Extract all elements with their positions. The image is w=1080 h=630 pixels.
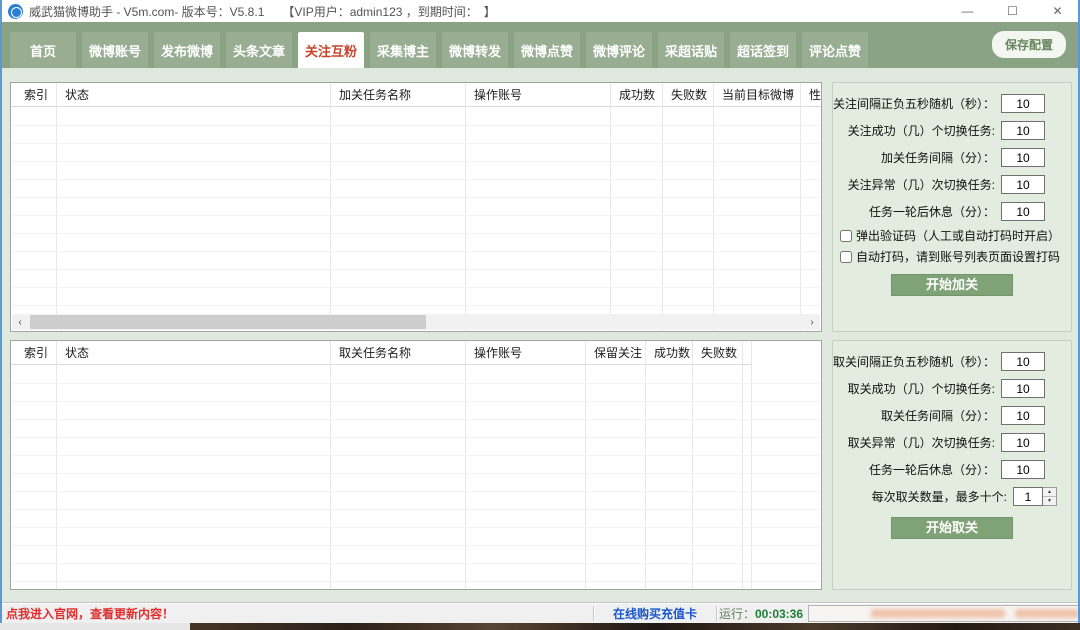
- unfollow-rest-input[interactable]: [1001, 460, 1045, 479]
- unfollow-col-success[interactable]: 成功数: [646, 341, 692, 365]
- status-bar: 点我进入官网，查看更新内容！ 在线购买充值卡 运行：00:03:36: [0, 602, 1080, 623]
- unfollow-col-index[interactable]: 索引: [11, 341, 56, 365]
- follow-col-status[interactable]: 状态: [57, 83, 330, 107]
- follow-task-table: 索引 状态 加关任务名称 操作账号 成功数 失败数 当前目标微博 性别 ‹ ›: [10, 82, 822, 332]
- follow-interval-label: 关注间隔正负五秒随机（秒）：: [833, 95, 995, 112]
- tab-collect-supertopic[interactable]: 采超话贴: [658, 32, 724, 68]
- runtime-label: 运行：: [719, 607, 755, 621]
- follow-task-interval-input[interactable]: [1001, 148, 1045, 167]
- tab-collect-bloggers[interactable]: 采集博主: [370, 32, 436, 68]
- scroll-right-icon[interactable]: ›: [804, 314, 820, 330]
- follow-error-switch-label: 关注异常（几）次切换任务:: [848, 176, 995, 193]
- follow-interval-input[interactable]: [1001, 94, 1045, 113]
- buy-card-link[interactable]: 在线购买充值卡: [594, 605, 716, 622]
- maximize-button-icon[interactable]: ☐: [990, 0, 1035, 22]
- follow-col-task-name[interactable]: 加关任务名称: [331, 83, 465, 107]
- stepper-down-icon[interactable]: ▼: [1043, 496, 1056, 505]
- captcha-popup-label: 弹出验证码（人工或自动打码时开启）: [856, 227, 1060, 244]
- window-controls: — ☐ ✕: [945, 0, 1080, 22]
- redacted-info-box: [808, 605, 1080, 622]
- follow-col-gender[interactable]: 性别: [801, 83, 822, 107]
- titlebar: 威武猫微博助手 - V5m.com- 版本号：V5.8.1 【VIP用户：adm…: [0, 0, 1080, 22]
- runtime-indicator: 运行：00:03:36: [717, 605, 805, 622]
- unfollow-error-switch-input[interactable]: [1001, 433, 1045, 452]
- scrollbar-track[interactable]: [28, 314, 804, 330]
- redacted-text-blur: [871, 609, 1005, 618]
- scroll-left-icon[interactable]: ‹: [12, 314, 28, 330]
- follow-col-index[interactable]: 索引: [11, 83, 56, 107]
- unfollow-error-switch-label: 取关异常（几）次切换任务:: [848, 434, 995, 451]
- tab-publish-weibo[interactable]: 发布微博: [154, 32, 220, 68]
- tab-weibo-repost[interactable]: 微博转发: [442, 32, 508, 68]
- desktop-strip: [0, 623, 1080, 630]
- unfollow-batch-label: 每次取关数量，最多十个:: [872, 488, 1007, 505]
- app-window: 威武猫微博助手 - V5m.com- 版本号：V5.8.1 【VIP用户：adm…: [0, 0, 1080, 630]
- tab-toutiao-articles[interactable]: 头条文章: [226, 32, 292, 68]
- stepper-up-icon[interactable]: ▲: [1043, 488, 1056, 496]
- follow-success-switch-label: 关注成功（几）个切换任务:: [848, 122, 995, 139]
- unfollow-col-account[interactable]: 操作账号: [466, 341, 585, 365]
- unfollow-col-task-name[interactable]: 取关任务名称: [331, 341, 465, 365]
- auto-captcha-checkbox[interactable]: [840, 251, 852, 263]
- unfollow-task-interval-input[interactable]: [1001, 406, 1045, 425]
- follow-col-account[interactable]: 操作账号: [466, 83, 610, 107]
- follow-rest-label: 任务一轮后休息（分）：: [869, 203, 995, 220]
- follow-col-current-target[interactable]: 当前目标微博: [714, 83, 800, 107]
- runtime-value: 00:03:36: [755, 607, 803, 621]
- tab-supertopic-checkin[interactable]: 超话签到: [730, 32, 796, 68]
- follow-settings-panel: 关注间隔正负五秒随机（秒）： 关注成功（几）个切换任务: 加关任务间隔（分）： …: [832, 82, 1072, 332]
- unfollow-task-interval-label: 取关任务间隔（分）：: [881, 407, 995, 424]
- unfollow-interval-label: 取关间隔正负五秒随机（秒）：: [833, 353, 995, 370]
- tab-strip: 首页 微博账号 发布微博 头条文章 关注互粉 采集博主 微博转发 微博点赞 微博…: [10, 32, 868, 68]
- unfollow-col-empty: [743, 341, 751, 365]
- tab-weibo-accounts[interactable]: 微博账号: [82, 32, 148, 68]
- scrollbar-thumb[interactable]: [30, 315, 426, 329]
- official-site-link[interactable]: 点我进入官网，查看更新内容！: [0, 605, 174, 622]
- auto-captcha-checkbox-row[interactable]: 自动打码，请到账号列表页面设置打码: [833, 246, 1071, 267]
- window-border-left: [0, 0, 2, 623]
- start-follow-button[interactable]: 开始加关: [891, 274, 1013, 296]
- captcha-popup-checkbox-row[interactable]: 弹出验证码（人工或自动打码时开启）: [833, 225, 1071, 246]
- follow-col-success[interactable]: 成功数: [611, 83, 662, 107]
- tab-bar: 首页 微博账号 发布微博 头条文章 关注互粉 采集博主 微博转发 微博点赞 微博…: [0, 22, 1080, 68]
- follow-success-switch-input[interactable]: [1001, 121, 1045, 140]
- window-title: 威武猫微博助手 - V5m.com- 版本号：V5.8.1 【VIP用户：adm…: [29, 3, 496, 20]
- follow-error-switch-input[interactable]: [1001, 175, 1045, 194]
- follow-table-hscrollbar[interactable]: ‹ ›: [12, 314, 820, 330]
- follow-task-interval-label: 加关任务间隔（分）：: [881, 149, 995, 166]
- unfollow-interval-input[interactable]: [1001, 352, 1045, 371]
- start-unfollow-button[interactable]: 开始取关: [891, 517, 1013, 539]
- unfollow-col-fail[interactable]: 失败数: [693, 341, 742, 365]
- captcha-popup-checkbox[interactable]: [840, 230, 852, 242]
- redacted-text-blur: [1015, 609, 1079, 618]
- follow-col-fail[interactable]: 失败数: [663, 83, 713, 107]
- unfollow-task-table: 索引 状态 取关任务名称 操作账号 保留关注 成功数 失败数: [10, 340, 822, 590]
- unfollow-col-status[interactable]: 状态: [57, 341, 330, 365]
- unfollow-col-keep-follow[interactable]: 保留关注: [586, 341, 645, 365]
- save-config-button[interactable]: 保存配置: [992, 31, 1066, 58]
- auto-captcha-label: 自动打码，请到账号列表页面设置打码: [856, 248, 1060, 265]
- tab-follow-mutual[interactable]: 关注互粉: [298, 32, 364, 68]
- tab-comment-like[interactable]: 评论点赞: [802, 32, 868, 68]
- tab-weibo-like[interactable]: 微博点赞: [514, 32, 580, 68]
- unfollow-settings-panel: 取关间隔正负五秒随机（秒）： 取关成功（几）个切换任务: 取关任务间隔（分）： …: [832, 340, 1072, 590]
- unfollow-batch-stepper: ▲ ▼: [1013, 487, 1057, 506]
- desktop-wallpaper-strip: [190, 623, 1080, 630]
- close-button-icon[interactable]: ✕: [1035, 0, 1080, 22]
- unfollow-batch-input[interactable]: [1013, 487, 1043, 506]
- unfollow-success-switch-input[interactable]: [1001, 379, 1045, 398]
- tab-weibo-comment[interactable]: 微博评论: [586, 32, 652, 68]
- tab-home[interactable]: 首页: [10, 32, 76, 68]
- minimize-button-icon[interactable]: —: [945, 0, 990, 22]
- app-icon: [8, 4, 23, 19]
- follow-rest-input[interactable]: [1001, 202, 1045, 221]
- unfollow-rest-label: 任务一轮后休息（分）：: [869, 461, 995, 478]
- unfollow-success-switch-label: 取关成功（几）个切换任务:: [848, 380, 995, 397]
